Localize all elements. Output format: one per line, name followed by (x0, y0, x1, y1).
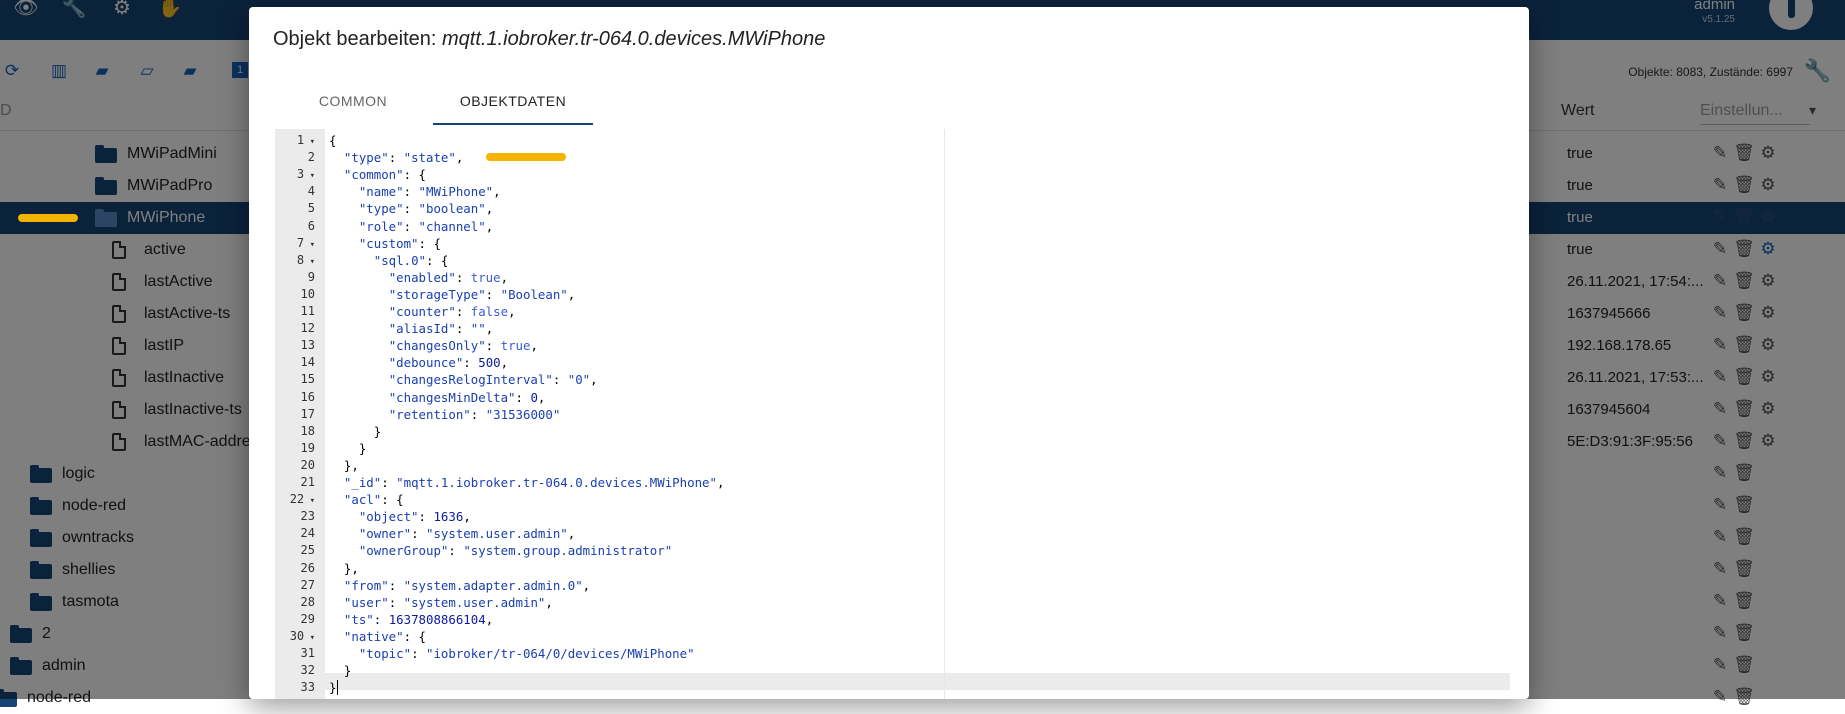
code-line: "native": { (343, 628, 426, 644)
line-number: 23 (300, 509, 315, 524)
line-number: 12 (300, 321, 315, 336)
code-line: }, (329, 560, 359, 576)
code-line: } (329, 680, 337, 696)
code-line: "name": "MWiPhone", (358, 184, 501, 200)
code-line: }, (329, 457, 359, 473)
code-line: "acl": { (343, 492, 404, 508)
line-number[interactable]: 1 (275, 132, 315, 149)
code-line: "ownerGroup": "system.group.administrato… (358, 543, 673, 559)
json-editor[interactable]: 1234567891011121314151617181920212223242… (275, 129, 1510, 699)
line-number: 13 (300, 338, 315, 353)
line-number: 33 (300, 680, 315, 695)
line-number: 5 (307, 201, 315, 216)
line-number: 14 (300, 355, 315, 370)
code-line: "type": "state", (343, 150, 464, 166)
edit-object-dialog: Objekt bearbeiten: mqtt.1.iobroker.tr-06… (249, 7, 1529, 699)
tab-common[interactable]: COMMON (273, 83, 433, 125)
code-line: "user": "system.user.admin", (343, 594, 553, 610)
code-line: "ts": 1637808866104, (343, 611, 494, 627)
print-margin (944, 129, 945, 699)
code-area[interactable]: { "type": "state", "common": { "name": "… (325, 129, 1510, 699)
line-number: 9 (307, 269, 315, 284)
code-line: "retention": "31536000" (388, 406, 561, 422)
line-number: 11 (300, 304, 315, 318)
code-line: } (329, 423, 382, 439)
highlight-mark-type (486, 153, 566, 161)
line-number: 25 (300, 543, 315, 558)
code-line: "changesMinDelta": 0, (388, 389, 546, 405)
dialog-title-prefix: Objekt bearbeiten: (273, 28, 442, 50)
code-line: "type": "boolean", (358, 201, 494, 217)
code-line: "counter": false, (388, 304, 516, 319)
line-number: 2 (307, 150, 315, 165)
code-line: } (329, 440, 367, 456)
line-number: 15 (300, 372, 315, 387)
line-number[interactable]: 7 (275, 235, 315, 252)
line-number: 32 (300, 663, 315, 678)
code-line: "owner": "system.user.admin", (358, 526, 576, 542)
code-line: "changesOnly": true, (388, 338, 538, 354)
line-number: 20 (300, 457, 315, 472)
line-number: 17 (300, 406, 315, 421)
line-number: 16 (300, 389, 315, 404)
code-line: "from": "system.adapter.admin.0", (343, 577, 591, 593)
line-number[interactable]: 22 (275, 491, 315, 508)
code-line: "enabled": true, (388, 269, 509, 285)
line-number: 29 (300, 611, 315, 626)
code-line: "role": "channel", (358, 218, 494, 234)
tab-objektdaten[interactable]: OBJEKTDATEN (433, 83, 593, 125)
line-number: 4 (307, 184, 315, 199)
dialog-title-object-id: mqtt.1.iobroker.tr-064.0.devices.MWiPhon… (442, 28, 826, 50)
code-line: "_id": "mqtt.1.iobroker.tr-064.0.devices… (343, 475, 725, 490)
line-number: 24 (300, 526, 315, 541)
text-cursor (337, 680, 338, 696)
line-number: 21 (300, 475, 315, 489)
line-number[interactable]: 30 (275, 628, 315, 645)
line-number: 28 (300, 594, 315, 609)
line-number[interactable]: 8 (275, 252, 315, 269)
code-line: "common": { (343, 167, 426, 183)
line-number: 10 (300, 286, 315, 301)
dialog-title: Objekt bearbeiten: mqtt.1.iobroker.tr-06… (273, 28, 825, 51)
code-line: "debounce": 500, (388, 355, 509, 371)
code-line: "storageType": "Boolean", (388, 286, 576, 302)
line-number-gutter: 1234567891011121314151617181920212223242… (275, 129, 325, 699)
highlight-mark-selected (18, 214, 78, 222)
code-line: } (329, 663, 352, 679)
line-number: 19 (300, 440, 315, 455)
line-number: 18 (300, 423, 315, 438)
code-line: { (329, 133, 337, 148)
line-number: 26 (300, 560, 315, 575)
line-number: 31 (300, 646, 315, 660)
line-number: 27 (300, 577, 315, 592)
line-number: 6 (307, 218, 315, 233)
line-number[interactable]: 3 (275, 166, 315, 183)
code-line: "sql.0": { (373, 252, 449, 268)
code-line: "changesRelogInterval": "0", (388, 372, 598, 388)
code-line: "object": 1636, (358, 509, 471, 525)
code-line: "custom": { (358, 235, 441, 251)
code-line: "aliasId": "", (388, 321, 494, 337)
code-line: "topic": "iobroker/tr-064/0/devices/MWiP… (358, 646, 695, 661)
